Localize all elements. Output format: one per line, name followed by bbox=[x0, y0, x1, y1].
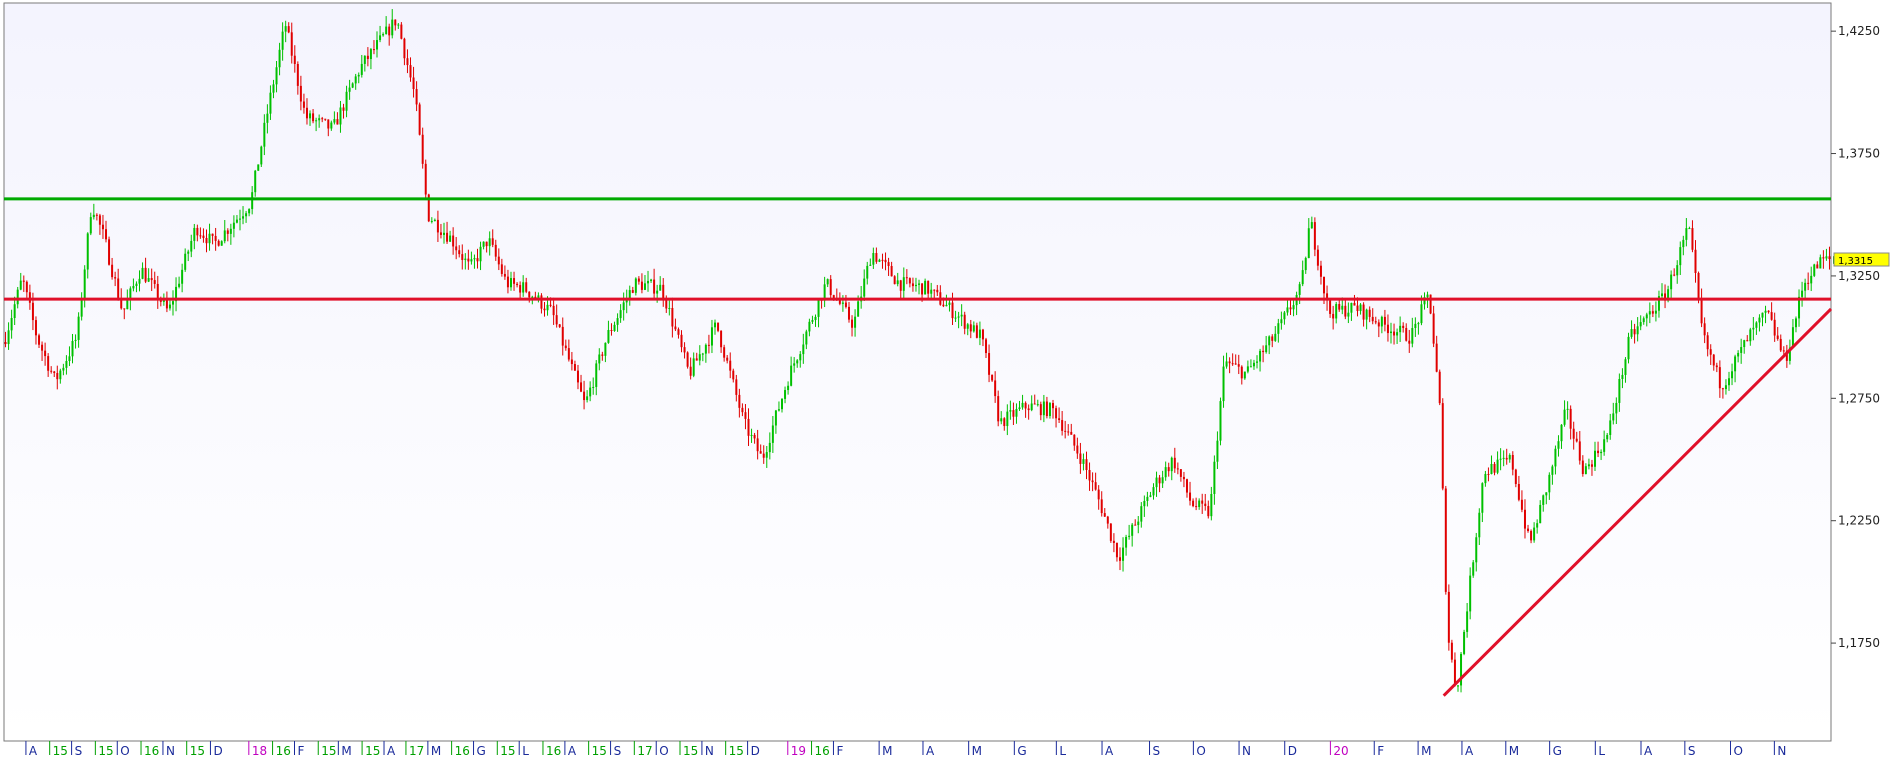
candle bbox=[257, 164, 260, 171]
x-tick-label: L bbox=[1598, 744, 1605, 758]
y-tick-label: 1,1750 bbox=[1838, 636, 1880, 650]
x-tick-label: A bbox=[568, 744, 577, 758]
x-tick-label: O bbox=[1196, 744, 1205, 758]
x-tick-label: 16 bbox=[815, 744, 830, 758]
x-tick-label: 15 bbox=[729, 744, 744, 758]
candle bbox=[717, 322, 720, 333]
x-tick-label: M bbox=[431, 744, 441, 758]
candle bbox=[1438, 369, 1441, 406]
x-tick-label: M bbox=[972, 744, 982, 758]
y-axis: 1,4250 1,3750 1,3250 1,2750 1,2250 1,1750 bbox=[1831, 24, 1880, 650]
x-tick-label: 15 bbox=[53, 744, 68, 758]
x-tick-label: M bbox=[882, 744, 892, 758]
x-tick-label: 17 bbox=[409, 744, 424, 758]
x-tick-label: 15 bbox=[683, 744, 698, 758]
x-tick-label: 16 bbox=[546, 744, 561, 758]
x-tick-label: 17 bbox=[637, 744, 652, 758]
x-tick-label: 16 bbox=[455, 744, 470, 758]
candle bbox=[1441, 398, 1444, 491]
candle bbox=[424, 159, 427, 200]
x-tick-label: 19 bbox=[791, 744, 806, 758]
x-tick-label: M bbox=[341, 744, 351, 758]
last-price-label: 1,3315 bbox=[1838, 256, 1873, 267]
x-tick-label: D bbox=[1288, 744, 1297, 758]
x-tick-label: 15 bbox=[365, 744, 380, 758]
y-tick-label: 1,3750 bbox=[1838, 147, 1880, 161]
plot-background bbox=[3, 2, 1832, 742]
candle bbox=[924, 278, 927, 295]
x-tick-label: 18 bbox=[252, 744, 267, 758]
chart-container: 1,4250 1,3750 1,3250 1,2750 1,2250 1,1750 A 15… bbox=[0, 0, 1890, 762]
x-tick-label: S bbox=[1688, 744, 1696, 758]
x-tick-label: A bbox=[1465, 744, 1474, 758]
x-tick-label: L bbox=[522, 744, 529, 758]
x-tick-label: A bbox=[29, 744, 38, 758]
candle bbox=[1447, 584, 1450, 651]
x-tick-label: O bbox=[659, 744, 668, 758]
candle bbox=[1219, 397, 1222, 446]
x-tick-label: M bbox=[1421, 744, 1431, 758]
x-tick-label: S bbox=[1153, 744, 1161, 758]
candle bbox=[260, 145, 263, 168]
x-tick-label: F bbox=[297, 744, 304, 758]
x-tick-label: 15 bbox=[500, 744, 515, 758]
x-tick-label: O bbox=[1734, 744, 1743, 758]
x-tick-label: 15 bbox=[592, 744, 607, 758]
x-tick-label: F bbox=[1377, 744, 1384, 758]
candle bbox=[1472, 559, 1475, 578]
candle bbox=[108, 236, 111, 266]
y-tick-label: 1,2250 bbox=[1838, 514, 1880, 528]
x-tick-label: A bbox=[1644, 744, 1653, 758]
x-tick-label: F bbox=[836, 744, 843, 758]
x-tick-label: 15 bbox=[321, 744, 336, 758]
x-tick-label: N bbox=[1777, 744, 1786, 758]
x-tick-label: 15 bbox=[190, 744, 205, 758]
candle bbox=[634, 277, 637, 296]
candle bbox=[1813, 263, 1816, 278]
candle bbox=[686, 351, 689, 369]
candle bbox=[1444, 485, 1447, 595]
x-tick-label: 15 bbox=[98, 744, 113, 758]
candle bbox=[893, 275, 896, 285]
candlestick-chart: 1,4250 1,3750 1,3250 1,2750 1,2250 1,1750 A 15… bbox=[3, 2, 1890, 758]
x-tick-label: N bbox=[166, 744, 175, 758]
x-tick-label: D bbox=[213, 744, 222, 758]
candle bbox=[1627, 332, 1630, 364]
x-tick-label: A bbox=[926, 744, 935, 758]
x-tick-label: 16 bbox=[144, 744, 159, 758]
candle bbox=[1450, 639, 1453, 663]
x-tick-label: G bbox=[1553, 744, 1562, 758]
x-tick-label: G bbox=[1017, 744, 1026, 758]
y-tick-label: 1,3250 bbox=[1838, 269, 1880, 283]
x-tick-label: 20 bbox=[1333, 744, 1348, 758]
candle bbox=[1463, 629, 1466, 656]
x-tick-label: N bbox=[705, 744, 714, 758]
candle bbox=[1429, 294, 1432, 315]
last-price-marker: 1,3315 bbox=[1833, 252, 1890, 267]
x-tick-label: 16 bbox=[276, 744, 291, 758]
x-tick-label: O bbox=[120, 744, 129, 758]
x-tick-label: S bbox=[614, 744, 622, 758]
y-tick-label: 1,4250 bbox=[1838, 24, 1880, 38]
x-tick-label: N bbox=[1242, 744, 1251, 758]
x-tick-label: L bbox=[1059, 744, 1066, 758]
x-tick-label: A bbox=[1105, 744, 1114, 758]
candle bbox=[400, 22, 403, 40]
candle bbox=[1109, 523, 1112, 543]
x-tick-label: G bbox=[477, 744, 486, 758]
x-tick-label: D bbox=[751, 744, 760, 758]
x-tick-label: S bbox=[75, 744, 83, 758]
x-tick-label: M bbox=[1509, 744, 1519, 758]
candle bbox=[418, 102, 421, 136]
y-tick-label: 1,2750 bbox=[1838, 391, 1880, 405]
x-axis: A 15 S 15 O 16 N 15 D 18 16 F 15 M 15 A 17 M 16 G 15 L 16 A 15 S 1… bbox=[25, 741, 1786, 758]
x-tick-label: A bbox=[387, 744, 396, 758]
